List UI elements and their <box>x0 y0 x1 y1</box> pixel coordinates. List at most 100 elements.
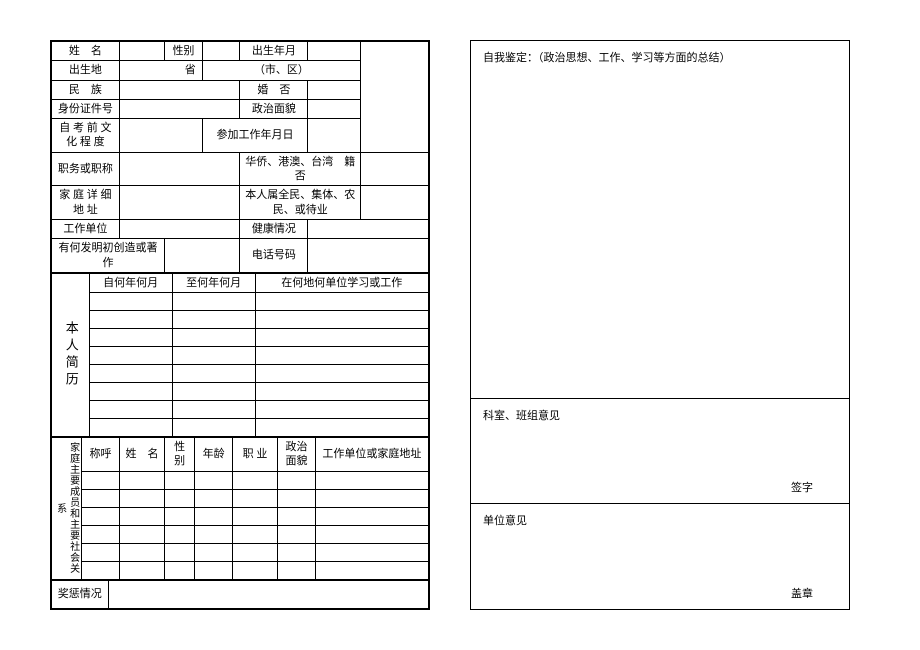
family-cell[interactable] <box>82 471 120 489</box>
dept-opinion-label: 科室、班组意见 <box>483 407 837 423</box>
family-vlabel: 家庭主要成员和主要社会关系 <box>52 438 82 580</box>
family-cell[interactable] <box>119 561 164 579</box>
resume-cell[interactable] <box>89 419 172 437</box>
resume-cell[interactable] <box>255 365 428 383</box>
family-cell[interactable] <box>165 525 195 543</box>
family-cell[interactable] <box>195 507 233 525</box>
resume-cell[interactable] <box>255 419 428 437</box>
family-cell[interactable] <box>195 525 233 543</box>
family-cell[interactable] <box>195 543 233 561</box>
resume-cell[interactable] <box>89 383 172 401</box>
field-ethnic[interactable] <box>119 80 240 99</box>
family-cell[interactable] <box>232 561 277 579</box>
resume-cell[interactable] <box>172 365 255 383</box>
field-reward[interactable] <box>108 580 428 608</box>
unit-opinion-section[interactable]: 单位意见 盖章 <box>471 504 849 609</box>
field-employ[interactable] <box>361 186 429 220</box>
family-cell[interactable] <box>119 525 164 543</box>
family-cell[interactable] <box>82 507 120 525</box>
family-relation-header: 称呼 <box>82 438 120 472</box>
family-cell[interactable] <box>315 561 428 579</box>
family-age-header: 年龄 <box>195 438 233 472</box>
resume-cell[interactable] <box>89 365 172 383</box>
resume-cell[interactable] <box>255 311 428 329</box>
family-cell[interactable] <box>195 561 233 579</box>
resume-cell[interactable] <box>172 311 255 329</box>
family-cell[interactable] <box>82 525 120 543</box>
resume-cell[interactable] <box>172 347 255 365</box>
resume-cell[interactable] <box>255 293 428 311</box>
family-cell[interactable] <box>82 561 120 579</box>
family-cell[interactable] <box>232 525 277 543</box>
field-workdate[interactable] <box>308 119 361 153</box>
label-ethnic: 民 族 <box>52 80 120 99</box>
family-cell[interactable] <box>165 561 195 579</box>
family-cell[interactable] <box>278 471 316 489</box>
family-gender-header: 性别 <box>165 438 195 472</box>
label-idno: 身份证件号 <box>52 99 120 118</box>
field-workunit[interactable] <box>119 219 240 238</box>
field-invention[interactable] <box>165 239 240 273</box>
family-cell[interactable] <box>82 543 120 561</box>
family-cell[interactable] <box>315 525 428 543</box>
field-addr[interactable] <box>119 186 240 220</box>
field-birth[interactable] <box>308 42 361 61</box>
family-cell[interactable] <box>232 507 277 525</box>
resume-cell[interactable] <box>172 329 255 347</box>
resume-cell[interactable] <box>89 329 172 347</box>
family-cell[interactable] <box>232 489 277 507</box>
family-cell[interactable] <box>278 489 316 507</box>
family-cell[interactable] <box>165 489 195 507</box>
family-cell[interactable] <box>195 489 233 507</box>
family-cell[interactable] <box>278 525 316 543</box>
field-health[interactable] <box>308 219 429 238</box>
field-idno[interactable] <box>119 99 240 118</box>
family-table: 家庭主要成员和主要社会关系 称呼 姓 名 性别 年龄 职 业 政治面貌 工作单位… <box>51 437 429 580</box>
field-phone[interactable] <box>308 239 429 273</box>
resume-cell[interactable] <box>172 293 255 311</box>
field-marriage[interactable] <box>308 80 361 99</box>
family-cell[interactable] <box>232 543 277 561</box>
resume-cell[interactable] <box>255 347 428 365</box>
family-cell[interactable] <box>315 471 428 489</box>
field-title[interactable] <box>119 152 240 186</box>
main-info-table: 姓 名 性别 出生年月 出生地 省 （市、区） 民 族 婚 否 身份证件号 政治… <box>51 41 429 273</box>
family-cell[interactable] <box>119 543 164 561</box>
resume-cell[interactable] <box>255 329 428 347</box>
family-cell[interactable] <box>315 507 428 525</box>
resume-cell[interactable] <box>89 401 172 419</box>
family-cell[interactable] <box>278 561 316 579</box>
label-addr: 家 庭 详 细 地 址 <box>52 186 120 220</box>
resume-cell[interactable] <box>172 419 255 437</box>
family-cell[interactable] <box>315 543 428 561</box>
self-assessment-section[interactable]: 自我鉴定：（政治思想、工作、学习等方面的总结） <box>471 41 849 399</box>
label-health: 健康情况 <box>240 219 308 238</box>
field-name[interactable] <box>119 42 164 61</box>
photo-box[interactable] <box>361 42 429 153</box>
label-gender: 性别 <box>165 42 203 61</box>
family-cell[interactable] <box>232 471 277 489</box>
family-cell[interactable] <box>165 543 195 561</box>
resume-cell[interactable] <box>89 293 172 311</box>
resume-cell[interactable] <box>172 401 255 419</box>
field-gender[interactable] <box>202 42 240 61</box>
family-cell[interactable] <box>119 489 164 507</box>
family-cell[interactable] <box>82 489 120 507</box>
field-politics[interactable] <box>308 99 361 118</box>
family-cell[interactable] <box>119 507 164 525</box>
resume-cell[interactable] <box>89 311 172 329</box>
family-cell[interactable] <box>278 543 316 561</box>
family-cell[interactable] <box>195 471 233 489</box>
family-cell[interactable] <box>119 471 164 489</box>
resume-cell[interactable] <box>89 347 172 365</box>
family-cell[interactable] <box>278 507 316 525</box>
field-overseas[interactable] <box>361 152 429 186</box>
family-cell[interactable] <box>165 471 195 489</box>
family-cell[interactable] <box>315 489 428 507</box>
field-edu[interactable] <box>119 119 202 153</box>
resume-cell[interactable] <box>172 383 255 401</box>
resume-cell[interactable] <box>255 383 428 401</box>
family-cell[interactable] <box>165 507 195 525</box>
dept-opinion-section[interactable]: 科室、班组意见 签字 <box>471 399 849 505</box>
resume-cell[interactable] <box>255 401 428 419</box>
